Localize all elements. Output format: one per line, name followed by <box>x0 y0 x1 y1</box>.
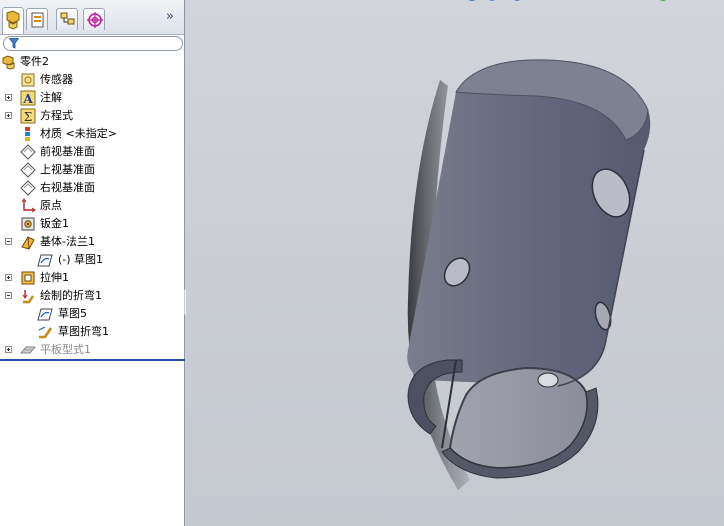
tree-item-label: (-) 草图1 <box>58 253 104 266</box>
tree-item-label: 前视基准面 <box>40 145 95 158</box>
tree-root-label: 零件2 <box>20 55 49 68</box>
extrude-icon <box>21 271 35 285</box>
crosshair-target-icon <box>87 12 103 28</box>
expand-plus-icon[interactable] <box>5 274 12 281</box>
flat-pattern-icon <box>20 346 36 354</box>
svg-text:Σ: Σ <box>24 110 32 124</box>
tree-item-label: 拉伸1 <box>40 271 69 284</box>
tree-item-label: 草图5 <box>58 307 87 320</box>
sheet-metal-tube-model[interactable] <box>186 0 724 526</box>
base-flange-icon <box>21 236 35 250</box>
sketch-icon <box>37 254 53 267</box>
tree-item-label: 上视基准面 <box>40 163 95 176</box>
collapse-minus-icon[interactable] <box>5 238 12 245</box>
property-manager-icon <box>31 12 44 28</box>
tree-item-label: 原点 <box>40 199 62 212</box>
manager-tab-bar: » <box>0 0 184 35</box>
sensor-icon <box>21 73 35 87</box>
funnel-filter-icon <box>9 38 19 49</box>
tab-dimxpert-manager[interactable] <box>83 8 105 30</box>
hole-bottom-inner <box>537 372 559 388</box>
graphics-viewport[interactable] <box>186 0 724 526</box>
expand-plus-icon[interactable] <box>5 94 12 101</box>
expand-plus-icon[interactable] <box>5 346 12 353</box>
tree-item-label: 方程式 <box>40 109 73 122</box>
part-icon <box>2 55 15 70</box>
tab-configuration-manager[interactable] <box>56 8 78 30</box>
material-icon <box>25 127 30 141</box>
tree-filter-input[interactable] <box>3 36 183 51</box>
tree-item-label: 基体-法兰1 <box>40 235 95 248</box>
equation-icon: Σ <box>20 108 36 124</box>
tree-item-label: 钣金1 <box>40 217 69 230</box>
tree-item-label: 平板型式1 <box>40 343 91 356</box>
collapse-minus-icon[interactable] <box>5 292 12 299</box>
bend-icon <box>38 326 53 339</box>
origin-icon <box>21 198 36 213</box>
sheet-metal-icon <box>21 217 35 231</box>
tree-item-label: 右视基准面 <box>40 181 95 194</box>
tab-feature-manager[interactable] <box>2 7 24 34</box>
tree-item-label: 草图折弯1 <box>58 325 109 338</box>
tree-item-label: 材质 <未指定> <box>40 127 117 140</box>
configuration-icon <box>60 12 75 25</box>
svg-text:A: A <box>22 92 33 106</box>
expand-tabs-chevron-icon[interactable]: » <box>166 10 178 23</box>
feature-tree-icon <box>6 10 20 30</box>
rollback-bar[interactable] <box>0 359 185 361</box>
expand-plus-icon[interactable] <box>5 112 12 119</box>
sketch-icon <box>37 308 53 321</box>
tree-item-label: 注解 <box>40 91 62 104</box>
tree-item-label: 绘制的折弯1 <box>40 289 102 302</box>
sketched-bend-icon <box>22 290 34 304</box>
plane-icon <box>20 162 36 178</box>
feature-manager-panel: » 零件2 传感器 A 注解 Σ 方程式 材质 <未指定> 前视基准面 上视基准… <box>0 0 185 526</box>
plane-icon <box>20 180 36 196</box>
annotation-icon: A <box>20 90 36 106</box>
tree-item-label: 传感器 <box>40 73 73 86</box>
tab-property-manager[interactable] <box>26 8 48 30</box>
plane-icon <box>20 144 36 160</box>
